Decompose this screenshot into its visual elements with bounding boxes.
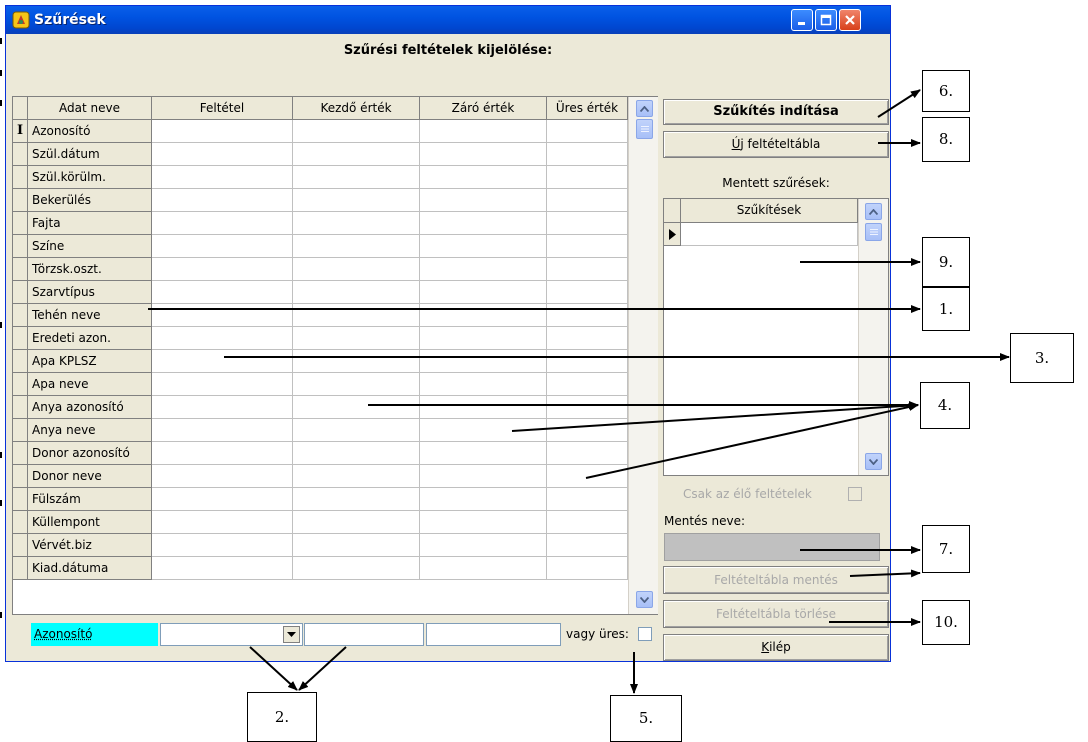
arrow-2b bbox=[298, 646, 347, 691]
callout-6: 6. bbox=[922, 70, 970, 112]
callout-4: 4. bbox=[920, 382, 970, 429]
callout-2: 2. bbox=[247, 692, 317, 742]
arrow-6 bbox=[877, 89, 921, 118]
arrow-2a bbox=[249, 646, 298, 691]
callout-10: 10. bbox=[922, 600, 970, 645]
callout-3: 3. bbox=[1010, 333, 1074, 383]
callout-5: 5. bbox=[610, 695, 682, 742]
callout-1: 1. bbox=[922, 287, 970, 331]
callout-7: 7. bbox=[922, 525, 970, 573]
callout-9: 9. bbox=[922, 237, 970, 287]
arrow-save bbox=[849, 569, 921, 578]
callout-8: 8. bbox=[922, 117, 970, 162]
